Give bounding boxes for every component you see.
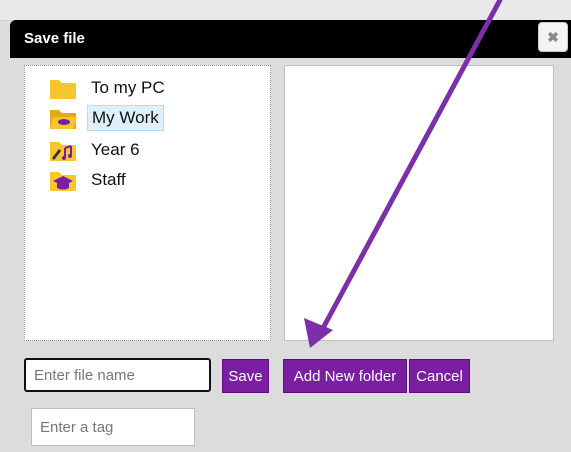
- open-folder-icon: [49, 106, 77, 130]
- folder-icon: [49, 76, 77, 100]
- music-folder-icon: [49, 138, 77, 162]
- folder-label: My Work: [87, 105, 164, 131]
- folder-label: To my PC: [91, 78, 165, 97]
- folder-label: Staff: [91, 170, 126, 189]
- tag-placeholder: Enter a tag: [40, 418, 114, 436]
- folder-contents-panel[interactable]: [284, 65, 554, 341]
- folder-item-staff[interactable]: Staff: [49, 166, 130, 194]
- folder-item-to-my-pc[interactable]: To my PC: [49, 74, 169, 102]
- folder-tree-panel[interactable]: To my PC My Work Year 6 Staff: [24, 65, 271, 341]
- dialog-titlebar: Save file: [10, 20, 571, 58]
- add-new-folder-button[interactable]: Add New folder: [283, 359, 407, 393]
- dialog-title: Save file: [24, 30, 85, 47]
- folder-label: Year 6: [91, 140, 140, 159]
- close-button[interactable]: ✖: [538, 22, 568, 52]
- folder-item-year-6[interactable]: Year 6: [49, 136, 144, 164]
- folder-item-my-work[interactable]: My Work: [49, 104, 164, 132]
- background-strip: [0, 0, 571, 21]
- save-button[interactable]: Save: [222, 359, 269, 393]
- close-icon: ✖: [547, 28, 559, 45]
- file-name-placeholder: Enter file name: [34, 366, 135, 384]
- file-name-input[interactable]: Enter file name: [24, 358, 211, 392]
- tag-input[interactable]: Enter a tag: [31, 408, 195, 446]
- cancel-button[interactable]: Cancel: [409, 359, 470, 393]
- graduation-cap-folder-icon: [49, 168, 77, 192]
